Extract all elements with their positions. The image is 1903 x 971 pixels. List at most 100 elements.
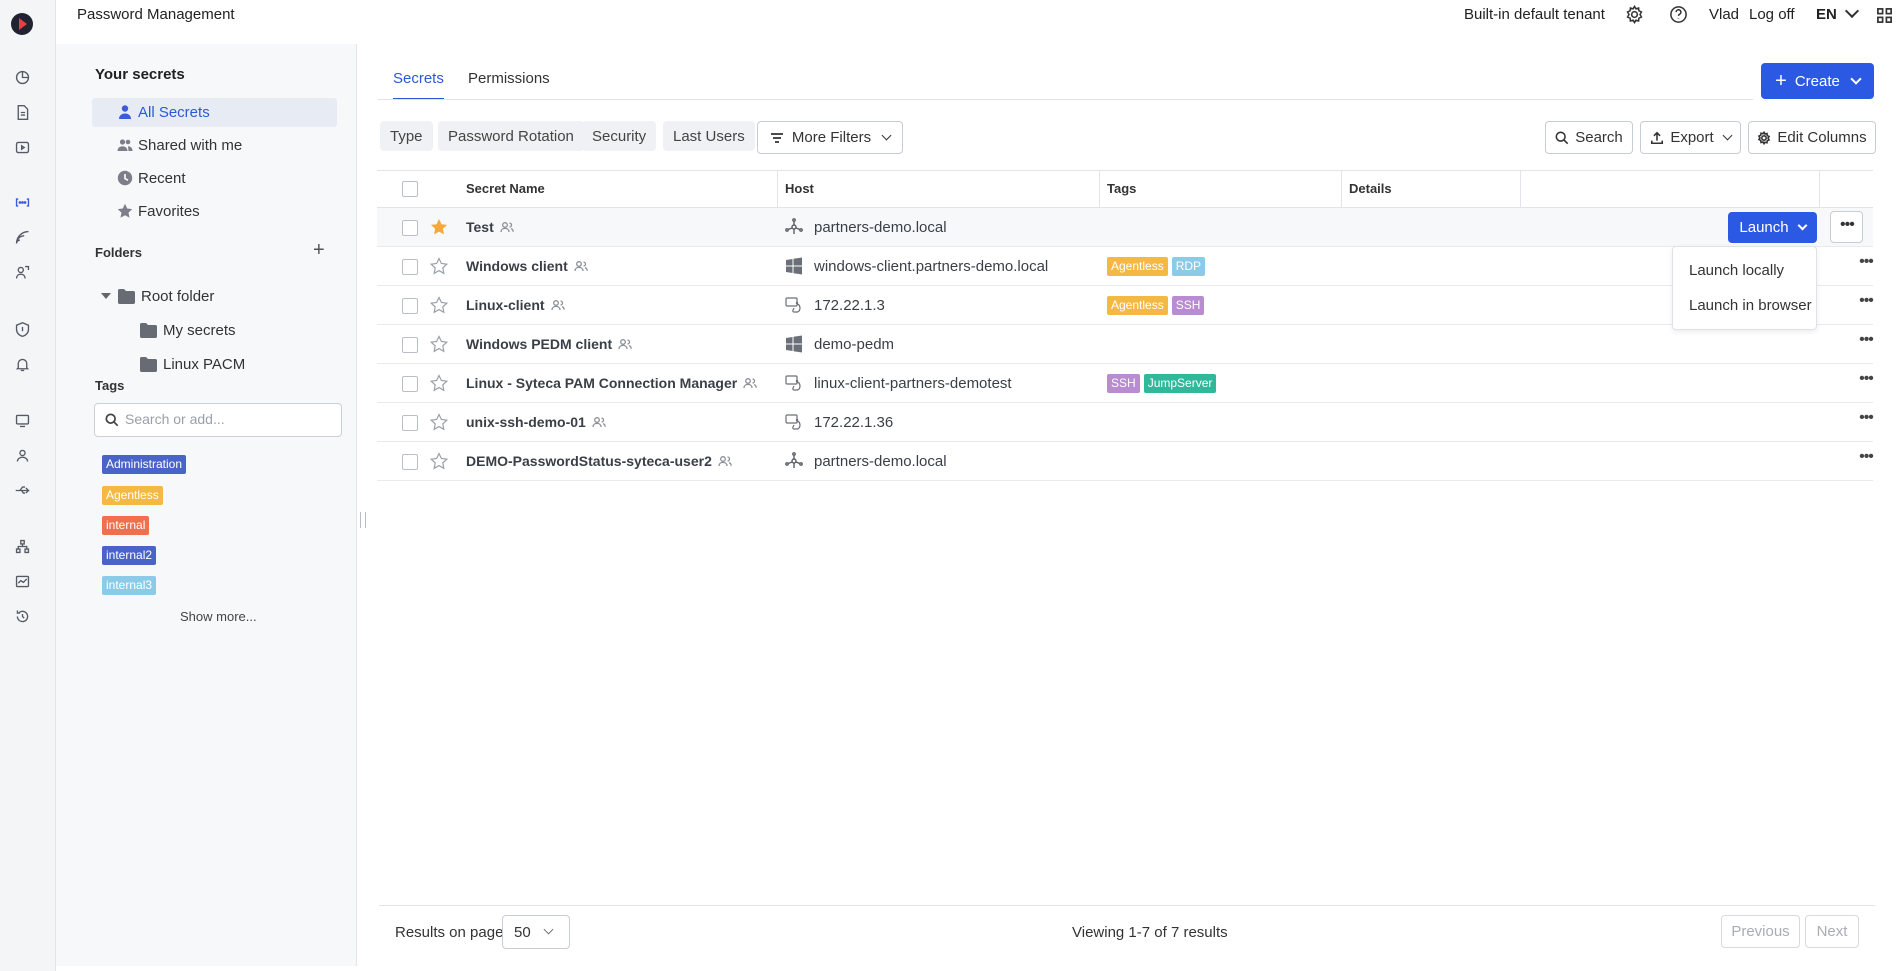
password-management-icon[interactable] [12,192,32,212]
select-all-checkbox[interactable] [402,181,418,197]
monitor-icon[interactable] [12,410,32,430]
bell-icon[interactable] [12,354,32,374]
more-horizontal-icon[interactable]: ••• [1857,449,1875,470]
table-row[interactable]: Linux - Syteca PAM Connection Manager li… [377,364,1875,403]
root-folder[interactable]: Root folder [101,285,214,307]
add-folder-icon[interactable]: + [313,240,325,260]
settings-gear-icon[interactable] [1625,4,1644,28]
tag-badge[interactable]: Agentless [1107,257,1168,276]
create-button[interactable]: + Create [1761,63,1874,99]
favorite-star-icon[interactable] [429,296,449,314]
filter-password-rotation[interactable]: Password Rotation [438,121,584,151]
row-actions-button[interactable]: ••• [1830,211,1863,243]
tag-administration[interactable]: Administration [102,455,187,474]
search-button[interactable]: Search [1545,121,1633,154]
row-checkbox[interactable] [402,259,418,275]
tag-internal2[interactable]: internal2 [102,546,157,565]
more-horizontal-icon[interactable]: ••• [1857,410,1875,431]
filter-type[interactable]: Type [380,121,433,151]
row-checkbox[interactable] [402,337,418,353]
tab-permissions[interactable]: Permissions [468,70,550,100]
show-more-tags-link[interactable]: Show more... [180,609,257,624]
table-row[interactable]: Linux-client 172.22.1.3 Agentless SSH ••• [377,286,1875,325]
favorite-star-icon[interactable] [429,257,449,275]
secret-name[interactable]: Linux - Syteca PAM Connection Manager [466,375,758,391]
column-header-host[interactable]: Host [785,181,814,196]
launch-button[interactable]: Launch [1728,212,1817,243]
tag-internal3[interactable]: internal3 [102,576,157,595]
signal-icon[interactable] [12,227,32,247]
row-checkbox[interactable] [402,376,418,392]
tag-badge[interactable]: JumpServer [1143,374,1217,393]
sidebar-item-shared-with-me[interactable]: Shared with me [92,131,337,160]
table-row[interactable]: Test partners-demo.local Launch ••• [377,208,1873,247]
tag-badge[interactable]: SSH [1171,296,1205,315]
favorite-star-icon[interactable] [429,335,449,353]
sessions-icon[interactable] [12,137,32,157]
tag-badge[interactable]: Agentless [1107,296,1168,315]
folder-linux-pacm[interactable]: Linux PACM [140,353,245,375]
secret-name[interactable]: Windows PEDM client [466,336,632,352]
tag-badge[interactable]: SSH [1107,374,1140,393]
app-grid-icon[interactable] [1876,7,1893,28]
language-selector[interactable]: EN [1816,3,1860,23]
secret-name[interactable]: unix-ssh-demo-01 [466,414,606,430]
history-icon[interactable] [12,606,32,626]
sidebar-item-recent[interactable]: Recent [92,164,337,193]
favorite-star-icon[interactable] [429,374,449,392]
tab-secrets[interactable]: Secrets [393,70,444,100]
more-horizontal-icon[interactable]: ••• [1857,371,1875,392]
secret-name[interactable]: Linux-client [466,297,565,313]
column-header-secret-name[interactable]: Secret Name [466,181,545,196]
usb-icon[interactable] [12,480,32,500]
logoff-link[interactable]: Log off [1749,6,1795,23]
table-row[interactable]: DEMO-PasswordStatus-syteca-user2 partner… [377,442,1875,481]
menu-item-launch-locally[interactable]: Launch locally [1689,262,1784,279]
next-page-button[interactable]: Next [1805,915,1859,948]
filter-last-users[interactable]: Last Users [663,121,755,151]
sidebar-item-favorites[interactable]: Favorites [92,197,337,226]
tag-badge[interactable]: RDP [1171,257,1206,276]
user-access-icon[interactable] [12,262,32,282]
secret-name[interactable]: DEMO-PasswordStatus-syteca-user2 [466,453,732,469]
tags-search-input[interactable] [125,411,325,427]
more-filters-button[interactable]: More Filters [757,121,903,154]
person-icon[interactable] [12,445,32,465]
filter-security[interactable]: Security [582,121,657,151]
favorite-star-icon[interactable] [430,218,448,236]
folder-my-secrets[interactable]: My secrets [140,319,236,341]
row-checkbox[interactable] [402,220,418,236]
row-checkbox[interactable] [402,415,418,431]
hierarchy-icon[interactable] [12,536,32,556]
documents-icon[interactable] [12,102,32,122]
table-row[interactable]: unix-ssh-demo-01 172.22.1.36 ••• [377,403,1875,442]
more-horizontal-icon[interactable]: ••• [1857,332,1875,353]
reports-icon[interactable] [12,571,32,591]
user-name[interactable]: Vlad [1709,6,1739,23]
tag-internal[interactable]: internal [102,516,150,535]
shield-icon[interactable] [12,319,32,339]
more-horizontal-icon[interactable]: ••• [1857,293,1875,314]
menu-item-launch-in-browser[interactable]: Launch in browser [1689,297,1812,314]
app-logo-icon[interactable] [10,12,34,36]
dashboard-icon[interactable] [12,67,32,87]
column-header-details[interactable]: Details [1349,181,1392,196]
table-row[interactable]: Windows PEDM client demo-pedm ••• [377,325,1875,364]
page-size-select[interactable]: 50 [502,915,570,949]
tenant-selector[interactable]: Built-in default tenant [1464,6,1605,23]
tag-agentless[interactable]: Agentless [102,486,163,505]
secret-name[interactable]: Windows client [466,258,588,274]
row-checkbox[interactable] [402,298,418,314]
favorite-star-icon[interactable] [429,413,449,431]
table-row[interactable]: Windows client windows-client.partners-d… [377,247,1875,286]
row-checkbox[interactable] [402,454,418,470]
help-icon[interactable] [1669,5,1688,28]
secret-name[interactable]: Test [466,219,514,235]
favorite-star-icon[interactable] [429,452,449,470]
more-horizontal-icon[interactable]: ••• [1857,254,1875,275]
edit-columns-button[interactable]: Edit Columns [1748,121,1876,154]
tags-search-field[interactable] [94,403,342,437]
column-header-tags[interactable]: Tags [1107,181,1136,196]
sidebar-item-all-secrets[interactable]: All Secrets [92,98,337,127]
export-button[interactable]: Export [1640,121,1741,154]
